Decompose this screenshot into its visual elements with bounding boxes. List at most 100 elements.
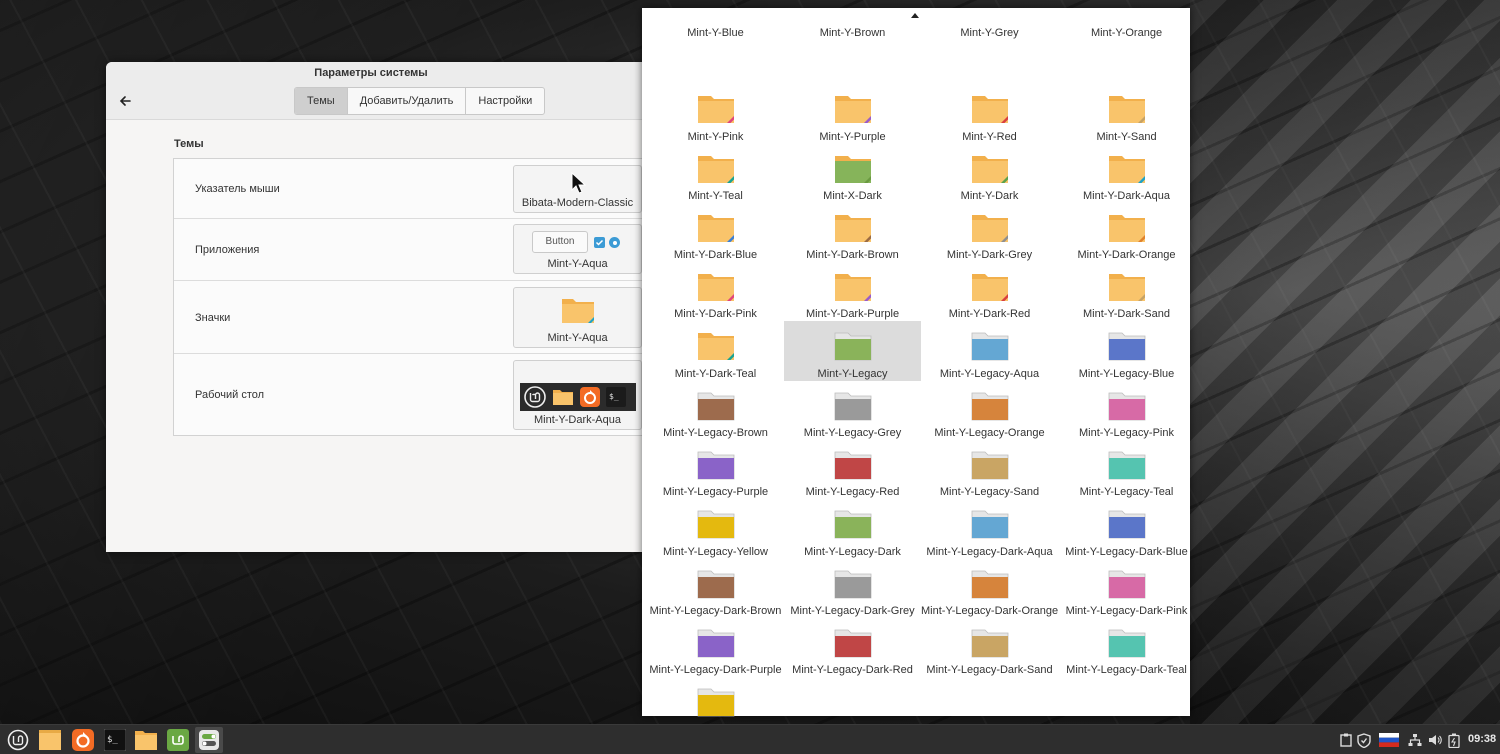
icon-theme-option[interactable]: Mint-Y-Legacy-Aqua: [921, 321, 1058, 380]
flag-russia-icon: [1379, 733, 1399, 747]
icon-theme-option[interactable]: Mint-Y-Legacy-Orange: [921, 381, 1058, 440]
icon-theme-option[interactable]: Mint-Y-Legacy-Dark: [784, 499, 921, 558]
checkbox-icon: [594, 237, 605, 248]
folder-icon: [697, 392, 735, 421]
firefox-launcher[interactable]: [69, 727, 97, 753]
icon-theme-option[interactable]: Mint-Y-Legacy-Yellow: [647, 499, 784, 558]
icon-theme-option[interactable]: Mint-Y-Dark-Purple: [784, 262, 921, 321]
keyboard-layout-tray[interactable]: [1378, 730, 1400, 750]
icon-theme-name: Mint-Y-Legacy-Purple: [662, 486, 769, 499]
icon-theme-option[interactable]: Mint-Y-Legacy-Teal: [1058, 440, 1195, 499]
icon-theme-option[interactable]: Mint-Y-Dark-Teal: [647, 321, 784, 380]
icon-theme-option[interactable]: Mint-Y-Dark-Sand: [1058, 262, 1195, 321]
folder-icon: [835, 214, 871, 242]
network-tray[interactable]: [1406, 730, 1424, 750]
battery-icon: [1448, 733, 1460, 748]
volume-tray[interactable]: [1426, 730, 1444, 750]
icon-theme-option[interactable]: Mint-Y-Legacy-Grey: [784, 381, 921, 440]
icon-theme-option[interactable]: Mint-Y-Legacy-Dark-Sand: [921, 618, 1058, 677]
icon-theme-name: Mint-Y-Dark-Pink: [674, 308, 757, 321]
folder-icon: [697, 451, 735, 480]
icon-theme-option[interactable]: Mint-Y-Dark-Grey: [921, 203, 1058, 262]
icon-theme-option[interactable]: Mint-Y-Legacy-Brown: [647, 381, 784, 440]
folder-icon: [1109, 214, 1145, 242]
icon-theme-option[interactable]: Mint-Y-Dark-Aqua: [1058, 144, 1195, 203]
icon-theme-option[interactable]: Mint-Y-Blue: [647, 25, 784, 47]
folder-icon: [1108, 629, 1146, 658]
terminal-launcher[interactable]: $_: [101, 727, 129, 753]
folder-launcher[interactable]: [132, 727, 160, 753]
mint-menu-icon: [7, 729, 29, 751]
icon-theme-option[interactable]: Mint-Y-Dark-Pink: [647, 262, 784, 321]
folder-icon: [971, 333, 1009, 361]
icon-theme-option[interactable]: Mint-Y-Legacy-Dark-Purple: [647, 618, 784, 677]
icon-theme-name: Mint-Y-Legacy-Dark-Grey: [790, 604, 915, 617]
icon-theme-option[interactable]: Mint-Y-Dark-Orange: [1058, 203, 1195, 262]
clock[interactable]: 09:38: [1468, 733, 1496, 745]
icon-theme-option[interactable]: Mint-Y-Orange: [1058, 25, 1195, 47]
icon-theme-option[interactable]: Mint-Y-Legacy-Purple: [647, 440, 784, 499]
taskbar: $_ 09:38: [0, 724, 1500, 754]
icon-theme-option[interactable]: Mint-Y-Legacy-Dark-Blue: [1058, 499, 1195, 558]
icon-theme-option[interactable]: Mint-Y-Legacy-Dark-Aqua: [921, 499, 1058, 558]
icon-theme-option[interactable]: Mint-Y-Brown: [784, 25, 921, 47]
icon-theme-option[interactable]: Mint-Y-Legacy-Red: [784, 440, 921, 499]
icon-theme-option[interactable]: Mint-Y-Purple: [784, 84, 921, 143]
folder-icon: [971, 510, 1009, 539]
radio-icon: [609, 237, 620, 248]
files-launcher[interactable]: [36, 727, 64, 753]
icon-theme-option[interactable]: Mint-Y-Pink: [647, 84, 784, 143]
icon-theme-option[interactable]: Mint-Y-Legacy: [784, 321, 921, 381]
mintupdate-launcher[interactable]: [164, 727, 192, 753]
mint-menu-button[interactable]: [4, 727, 32, 753]
shield-tray[interactable]: [1355, 730, 1373, 750]
scroll-up-arrow-icon[interactable]: [911, 13, 919, 18]
icon-theme-option[interactable]: Mint-Y-Legacy-Dark-Grey: [784, 559, 921, 618]
icon-theme-option[interactable]: Mint-Y-Legacy-Dark-Pink: [1058, 559, 1195, 618]
icon-theme-option[interactable]: Mint-Y-Grey: [921, 25, 1058, 47]
back-button[interactable]: [116, 92, 134, 110]
network-icon: [1408, 734, 1422, 746]
tab-settings[interactable]: Настройки: [466, 88, 544, 114]
folder-icon: [697, 688, 735, 717]
folder-icon: [835, 274, 871, 302]
icon-theme-option[interactable]: Mint-Y-Legacy-Dark-Red: [784, 618, 921, 677]
folder-icon: [834, 510, 872, 539]
tab-add-remove[interactable]: Добавить/Удалить: [348, 88, 467, 114]
icon-theme-name: Mint-Y-Legacy-Aqua: [939, 367, 1040, 380]
icon-theme-option[interactable]: Mint-Y-Legacy-Sand: [921, 440, 1058, 499]
icon-theme-name: Mint-Y-Dark-Orange: [1077, 249, 1176, 262]
icon-theme-option[interactable]: Mint-X-Dark: [784, 144, 921, 203]
icon-theme-option[interactable]: Mint-Y-Dark-Red: [921, 262, 1058, 321]
folder-icon: [1109, 274, 1145, 302]
theme-name: Bibata-Modern-Classic: [521, 197, 634, 209]
icon-theme-option[interactable]: Mint-Y-Dark-Brown: [784, 203, 921, 262]
window-titlebar[interactable]: Параметры системы Темы Добавить/Удалить …: [106, 62, 646, 120]
icon-theme-option[interactable]: Mint-Y-Dark: [921, 144, 1058, 203]
icon-theme-option[interactable]: Mint-Y-Dark-Blue: [647, 203, 784, 262]
icons-theme-button[interactable]: Mint-Y-Aqua: [513, 287, 642, 348]
system-settings-launcher[interactable]: [195, 727, 223, 753]
icon-theme-name: Mint-Y-Dark-Red: [948, 308, 1031, 321]
tab-themes[interactable]: Темы: [295, 88, 348, 114]
icon-theme-option[interactable]: Mint-Y-Legacy-Blue: [1058, 321, 1195, 380]
folder-icon: [834, 333, 872, 361]
applications-theme-button[interactable]: Button Mint-Y-Aqua: [513, 224, 642, 274]
icon-theme-option[interactable]: Mint-Y-Red: [921, 84, 1058, 143]
icon-theme-option[interactable]: Mint-Y-Legacy-Pink: [1058, 381, 1195, 440]
desktop-theme-button[interactable]: $_ Mint-Y-Dark-Aqua: [513, 360, 642, 430]
icon-theme-option[interactable]: Mint-Y-Legacy-Dark-Orange: [921, 559, 1058, 618]
system-settings-icon: [199, 730, 219, 750]
arrow-left-icon: [119, 96, 131, 106]
theme-name: Mint-Y-Dark-Aqua: [533, 414, 621, 426]
icon-theme-option[interactable]: Mint-Y-Sand: [1058, 84, 1195, 143]
battery-tray[interactable]: [1445, 730, 1463, 750]
icon-theme-option[interactable]: Mint-Y-Legacy-Dark-Teal: [1058, 618, 1195, 677]
icon-theme-option[interactable]: Mint-Y-Legacy-Dark-Brown: [647, 559, 784, 618]
clipboard-tray[interactable]: [1337, 730, 1355, 750]
icon-theme-option[interactable]: Mint-Y-Teal: [647, 144, 784, 203]
folder-icon: [972, 214, 1008, 242]
row-label: Значки: [195, 312, 231, 324]
window-title: Параметры системы: [314, 67, 428, 79]
mouse-pointer-theme-button[interactable]: Bibata-Modern-Classic: [513, 165, 642, 213]
